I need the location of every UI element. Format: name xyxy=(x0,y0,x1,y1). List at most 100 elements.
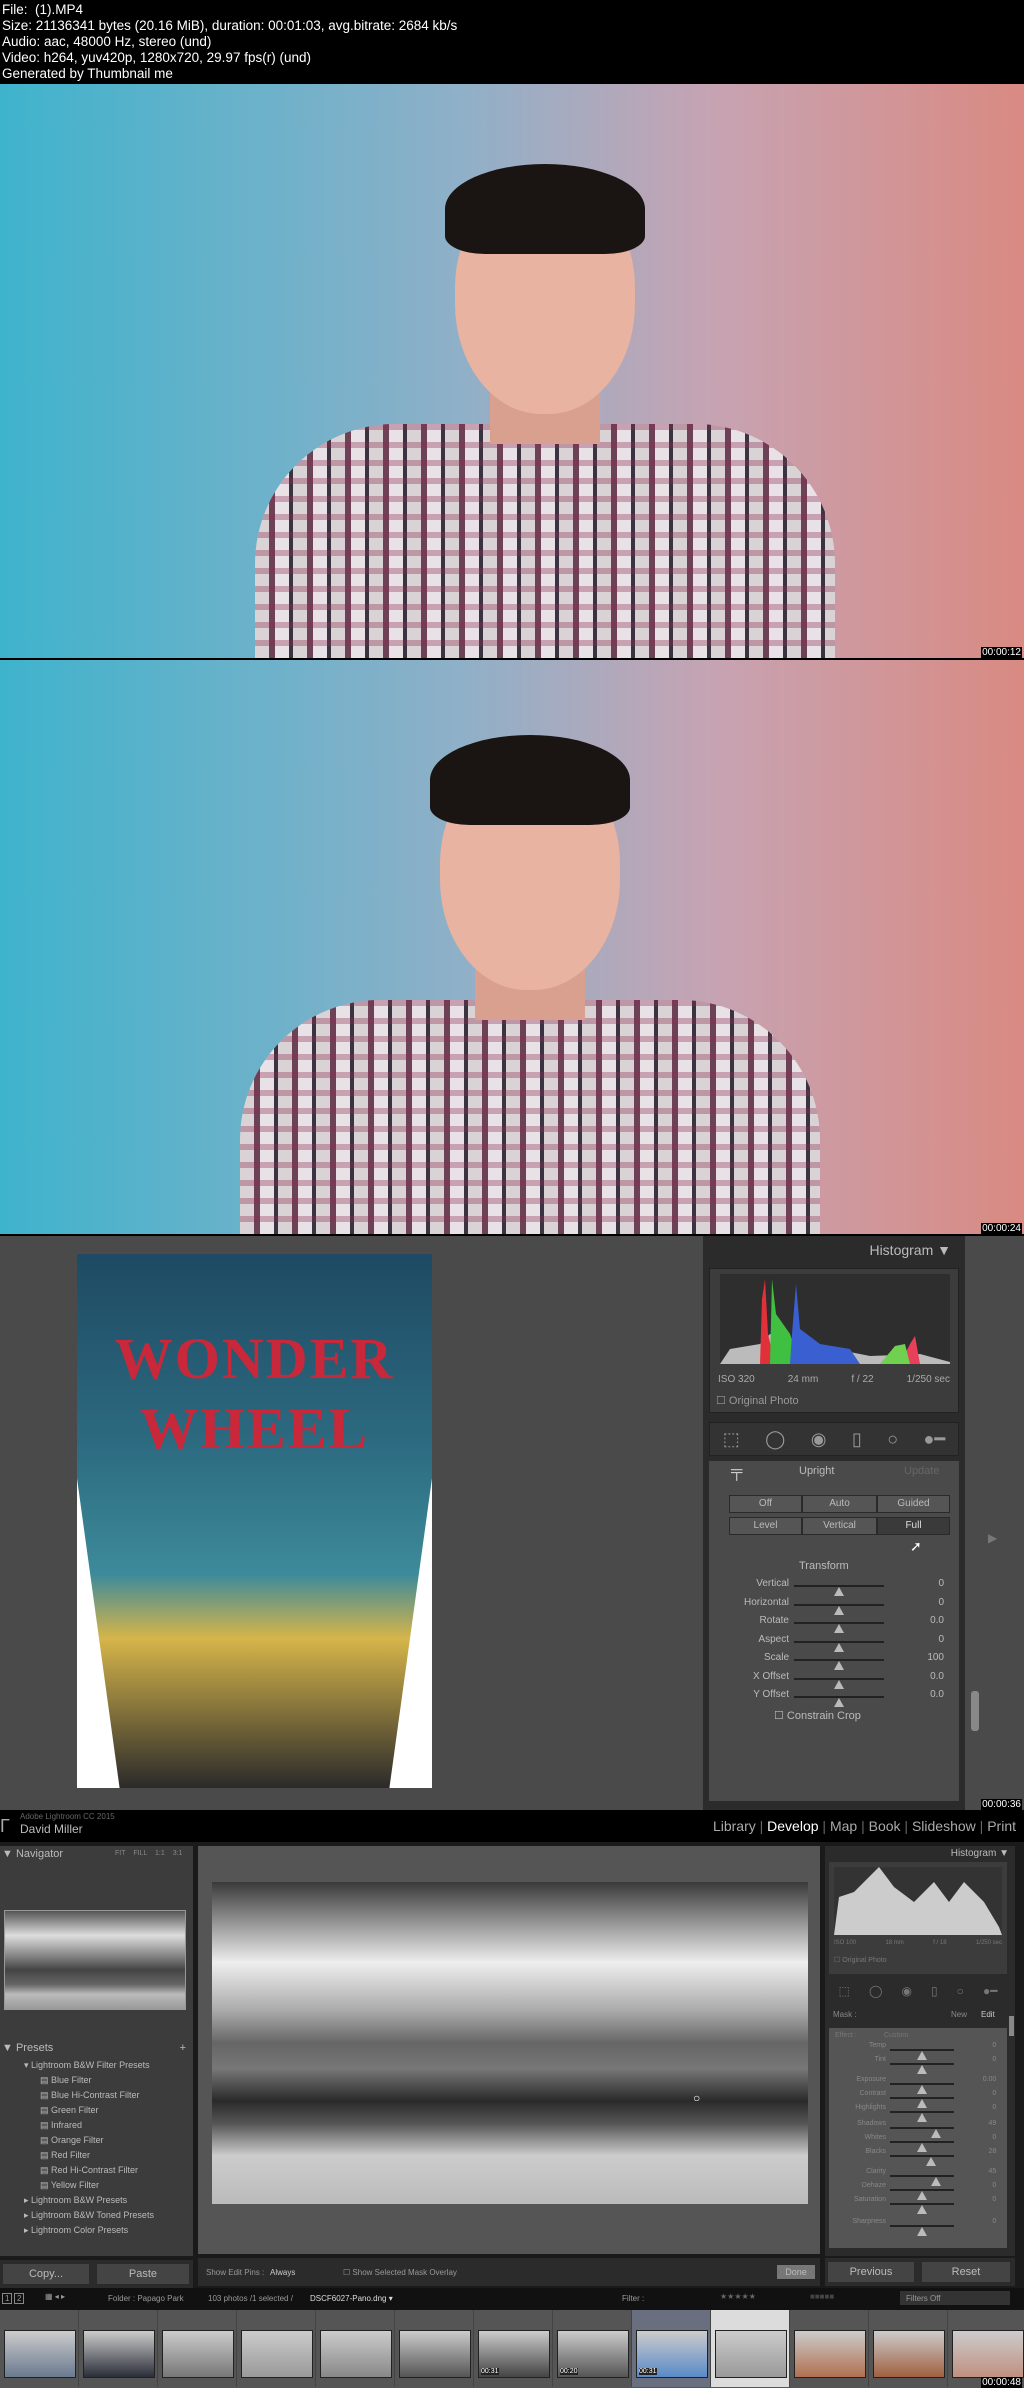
navigator-preview[interactable] xyxy=(4,1910,186,2010)
module-book[interactable]: Book xyxy=(869,1818,901,1834)
slider-thumb[interactable] xyxy=(916,2065,927,2074)
red-eye-icon[interactable]: ◉ xyxy=(901,1984,911,1998)
presets-header[interactable]: ▼ Presets + xyxy=(2,2042,190,2054)
slider-track[interactable] xyxy=(889,2141,954,2152)
preset-item[interactable]: ▤ Infrared xyxy=(40,2120,82,2131)
mask-edit-button[interactable]: Edit xyxy=(981,2010,995,2019)
panel-scrollbar[interactable] xyxy=(971,1691,979,1731)
filmstrip-cell[interactable] xyxy=(869,2310,948,2387)
previous-button[interactable]: Previous xyxy=(827,2261,915,2283)
graduated-filter-icon[interactable]: ▯ xyxy=(852,1429,862,1450)
module-library[interactable]: Library xyxy=(713,1818,756,1834)
slider-value[interactable]: 28 xyxy=(989,2148,997,2155)
crop-tool-icon[interactable]: ⬚ xyxy=(839,1984,850,1998)
slider-track[interactable] xyxy=(889,2203,954,2214)
radial-filter-icon[interactable]: ○ xyxy=(887,1429,898,1450)
slider-tint[interactable]: Tint 0 xyxy=(829,2056,1007,2074)
slider-saturation[interactable]: Saturation 0 xyxy=(829,2196,1007,2214)
slider-thumb[interactable] xyxy=(925,2157,936,2166)
filmstrip-cell[interactable] xyxy=(948,2310,1024,2387)
slider-track[interactable] xyxy=(889,2097,954,2108)
upright-guided-button[interactable]: Guided xyxy=(877,1495,950,1513)
slider-y-offset[interactable]: Y Offset 0.0 xyxy=(709,1689,959,1707)
filmstrip-cell[interactable] xyxy=(79,2310,158,2387)
preset-item[interactable]: ▤ Red Filter xyxy=(40,2150,90,2161)
slider-track[interactable] xyxy=(794,1585,884,1596)
module-print[interactable]: Print xyxy=(987,1818,1016,1834)
preset-item[interactable]: ▤ Yellow Filter xyxy=(40,2180,99,2191)
color-label-filter[interactable]: ■■■■■ xyxy=(810,2292,834,2301)
slider-value[interactable]: 0 xyxy=(992,2182,996,2189)
mask-new-button[interactable]: New xyxy=(951,2010,967,2019)
upright-auto-button[interactable]: Auto xyxy=(802,1495,877,1513)
slider-vertical[interactable]: Vertical 0 xyxy=(709,1578,959,1596)
filmstrip-thumbnail[interactable] xyxy=(715,2330,787,2378)
slider-track[interactable] xyxy=(889,2063,954,2074)
slider-thumb[interactable] xyxy=(834,1642,844,1652)
slider-value[interactable]: 100 xyxy=(927,1652,944,1663)
update-button[interactable]: Update xyxy=(904,1465,939,1477)
panel-scrollbar[interactable] xyxy=(1009,2016,1014,2036)
slider-track[interactable] xyxy=(794,1696,884,1707)
filmstrip-cell[interactable] xyxy=(316,2310,395,2387)
module-slideshow[interactable]: Slideshow xyxy=(912,1818,976,1834)
slider-horizontal[interactable]: Horizontal 0 xyxy=(709,1597,959,1615)
slider-thumb[interactable] xyxy=(834,1679,844,1689)
slider-value[interactable]: 0 xyxy=(992,2134,996,2141)
filmstrip-thumbnail[interactable] xyxy=(83,2330,155,2378)
slider-value[interactable]: 49 xyxy=(989,2120,997,2127)
preset-folder[interactable]: ▸ Lightroom Color Presets xyxy=(24,2225,128,2236)
expand-panel-arrow-icon[interactable]: ▶ xyxy=(988,1531,997,1545)
upright-full-button[interactable]: Full xyxy=(877,1517,950,1535)
zoom-fit[interactable]: FIT xyxy=(115,1850,125,1857)
slider-sharpness[interactable]: Sharpness 0 xyxy=(829,2218,1007,2236)
filmstrip-cell[interactable] xyxy=(237,2310,316,2387)
effect-dropdown[interactable]: Custom xyxy=(884,2032,908,2039)
slider-track[interactable] xyxy=(794,1659,884,1670)
show-mask-overlay-checkbox[interactable]: ☐ Show Selected Mask Overlay xyxy=(343,2268,457,2277)
original-photo-checkbox[interactable]: ☐ Original Photo xyxy=(716,1394,799,1407)
filmstrip-thumbnail[interactable] xyxy=(794,2330,866,2378)
filmstrip-thumbnail[interactable]: 00:31 xyxy=(478,2330,550,2378)
done-button[interactable]: Done xyxy=(776,2264,816,2280)
slider-value[interactable]: 0 xyxy=(992,2196,996,2203)
slider-track[interactable] xyxy=(889,2175,954,2186)
slider-rotate[interactable]: Rotate 0.0 xyxy=(709,1615,959,1633)
filter-presets-dropdown[interactable]: Filters Off xyxy=(900,2291,1010,2305)
slider-track[interactable] xyxy=(889,2127,954,2138)
main-photo[interactable] xyxy=(212,1882,808,2204)
preset-folder[interactable]: ▸ Lightroom B&W Presets xyxy=(24,2195,127,2206)
edit-pin-icon[interactable]: ○ xyxy=(693,2091,700,2105)
filmstrip-thumbnail[interactable] xyxy=(320,2330,392,2378)
radial-filter-icon[interactable]: ○ xyxy=(957,1984,964,1998)
copy-button[interactable]: Copy... xyxy=(2,2263,90,2285)
filmstrip-thumbnail[interactable] xyxy=(952,2330,1024,2378)
filmstrip-thumbnail[interactable] xyxy=(162,2330,234,2378)
slider-value[interactable]: 0.0 xyxy=(930,1615,944,1626)
slider-thumb[interactable] xyxy=(916,2227,927,2236)
zoom-1-1[interactable]: 1:1 xyxy=(155,1850,165,1857)
upright-vertical-button[interactable]: Vertical xyxy=(802,1517,877,1535)
edit-pins-dropdown[interactable]: Always xyxy=(270,2268,295,2277)
slider-track[interactable] xyxy=(794,1622,884,1633)
slider-aspect[interactable]: Aspect 0 xyxy=(709,1634,959,1652)
filename-dropdown[interactable]: DSCF6027-Pano.dng ▾ xyxy=(310,2294,393,2303)
zoom-3-1[interactable]: 3:1 xyxy=(173,1850,183,1857)
filmstrip-cell[interactable] xyxy=(711,2310,790,2387)
slider-thumb[interactable] xyxy=(834,1661,844,1670)
slider-value[interactable]: 0.0 xyxy=(930,1689,944,1700)
adjustment-brush-icon[interactable]: ●━ xyxy=(923,1429,945,1450)
slider-value[interactable]: 0 xyxy=(938,1578,944,1589)
slider-value[interactable]: 0 xyxy=(992,2090,996,2097)
slider-value[interactable]: 0 xyxy=(938,1597,944,1608)
filmstrip-cell[interactable] xyxy=(395,2310,474,2387)
preset-item[interactable]: ▤ Blue Hi-Contrast Filter xyxy=(40,2090,140,2101)
module-develop[interactable]: Develop xyxy=(767,1818,818,1834)
preset-item[interactable]: ▤ Blue Filter xyxy=(40,2075,92,2086)
red-eye-icon[interactable]: ◉ xyxy=(811,1429,827,1450)
adjustment-brush-icon[interactable]: ●━ xyxy=(983,1984,997,1998)
slider-track[interactable] xyxy=(794,1677,884,1689)
slider-value[interactable]: 0 xyxy=(992,2218,996,2225)
slider-value[interactable]: 45 xyxy=(989,2168,997,2175)
slider-track[interactable] xyxy=(889,2111,954,2122)
